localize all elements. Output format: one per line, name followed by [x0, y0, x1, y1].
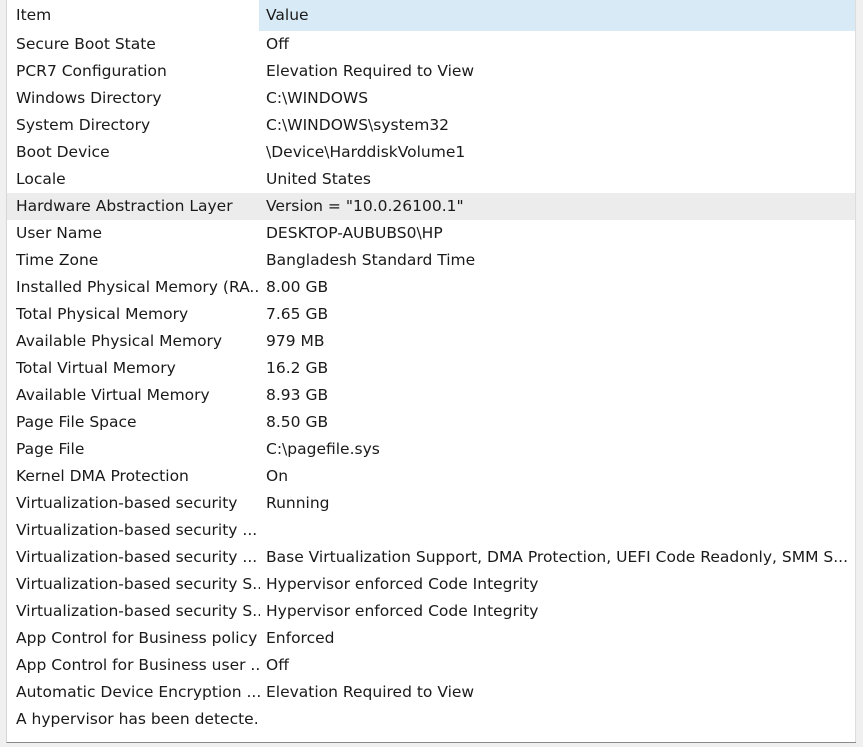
- list-row[interactable]: A hypervisor has been detecte...: [7, 706, 856, 733]
- list-row[interactable]: Virtualization-based security Running: [7, 490, 856, 517]
- list-row[interactable]: Available Virtual Memory 8.93 GB: [7, 382, 856, 409]
- row-item-label: Locale: [16, 170, 66, 188]
- row-value: 7.65 GB: [266, 305, 329, 323]
- list-row[interactable]: Page File Space 8.50 GB: [7, 409, 856, 436]
- list-row[interactable]: PCR7 Configuration Elevation Required to …: [7, 58, 856, 85]
- list-row[interactable]: Hardware Abstraction Layer Version = "10.…: [7, 193, 856, 220]
- list-row[interactable]: Installed Physical Memory (RA... 8.00 GB: [7, 274, 856, 301]
- row-value: Base Virtualization Support, DMA Protect…: [266, 548, 848, 566]
- list-row[interactable]: App Control for Business user ... Off: [7, 652, 856, 679]
- list-row[interactable]: Boot Device \Device\HarddiskVolume1: [7, 139, 856, 166]
- row-value: [266, 517, 856, 544]
- row-value: United States: [266, 170, 371, 188]
- row-value: Version = "10.0.26100.1": [266, 197, 464, 215]
- row-value: 8.50 GB: [266, 413, 329, 431]
- list-row[interactable]: Available Physical Memory 979 MB: [7, 328, 856, 355]
- row-value: Off: [266, 656, 289, 674]
- row-item-label: Available Virtual Memory: [16, 386, 210, 404]
- list-row[interactable]: Time Zone Bangladesh Standard Time: [7, 247, 856, 274]
- list-border: [855, 0, 856, 742]
- row-item-label: A hypervisor has been detecte...: [16, 710, 260, 728]
- row-value: 8.00 GB: [266, 278, 329, 296]
- list-row[interactable]: Windows Directory C:\WINDOWS: [7, 85, 856, 112]
- list-row[interactable]: Kernel DMA Protection On: [7, 463, 856, 490]
- row-item-label: Virtualization-based security ...: [16, 521, 258, 539]
- row-item-label: Installed Physical Memory (RA...: [16, 278, 260, 296]
- row-item-label: Available Physical Memory: [16, 332, 223, 350]
- list-row[interactable]: System Directory C:\WINDOWS\system32: [7, 112, 856, 139]
- row-item-label: Automatic Device Encryption ...: [16, 683, 260, 701]
- row-item-label: Page File Space: [16, 413, 137, 431]
- row-value: On: [266, 467, 289, 485]
- system-summary-list[interactable]: Item Value Secure Boot State Off PCR7 Conf…: [6, 0, 856, 743]
- list-row[interactable]: Virtualization-based security ...: [7, 517, 856, 544]
- system-summary-panel: Item Value Secure Boot State Off PCR7 Conf…: [0, 0, 863, 747]
- row-item-label: User Name: [16, 224, 102, 242]
- row-item-label: Virtualization-based security S...: [16, 602, 260, 620]
- row-value: Hypervisor enforced Code Integrity: [266, 575, 539, 593]
- row-item-label: App Control for Business policy: [16, 629, 258, 647]
- row-value: DESKTOP-AUBUBS0\HP: [266, 224, 443, 242]
- row-value: 979 MB: [266, 332, 325, 350]
- row-item-label: Hardware Abstraction Layer: [16, 197, 233, 215]
- column-header-item[interactable]: Item: [16, 0, 260, 31]
- list-row[interactable]: Virtualization-based security S... Hyperv…: [7, 571, 856, 598]
- row-value: Running: [266, 494, 330, 512]
- row-item-label: System Directory: [16, 116, 151, 134]
- row-item-label: Time Zone: [16, 251, 99, 269]
- row-value: Elevation Required to View: [266, 683, 475, 701]
- list-row[interactable]: Secure Boot State Off: [7, 31, 856, 58]
- row-value: Off: [266, 35, 289, 53]
- list-row[interactable]: Automatic Device Encryption ... Elevation…: [7, 679, 856, 706]
- column-header-value[interactable]: Value: [259, 0, 856, 31]
- row-value: \Device\HarddiskVolume1: [266, 143, 466, 161]
- row-item-label: Secure Boot State: [16, 35, 156, 53]
- list-row[interactable]: Total Physical Memory 7.65 GB: [7, 301, 856, 328]
- row-item-label: Virtualization-based security S...: [16, 575, 260, 593]
- list-row[interactable]: Page File C:\pagefile.sys: [7, 436, 856, 463]
- row-item-label: Virtualization-based security ...: [16, 548, 258, 566]
- row-value: C:\WINDOWS\system32: [266, 116, 450, 134]
- row-value: [266, 706, 856, 733]
- row-item-label: Total Virtual Memory: [16, 359, 176, 377]
- row-item-label: Boot Device: [16, 143, 110, 161]
- list-rows: Secure Boot State Off PCR7 Configuration El…: [7, 31, 856, 733]
- row-value: Enforced: [266, 629, 335, 647]
- row-value: Elevation Required to View: [266, 62, 475, 80]
- row-item-label: Page File: [16, 440, 85, 458]
- list-row[interactable]: Total Virtual Memory 16.2 GB: [7, 355, 856, 382]
- row-item-label: PCR7 Configuration: [16, 62, 167, 80]
- row-item-label: Total Physical Memory: [16, 305, 189, 323]
- row-value: 16.2 GB: [266, 359, 329, 377]
- row-item-label: Windows Directory: [16, 89, 162, 107]
- row-item-label: Virtualization-based security: [16, 494, 238, 512]
- list-row[interactable]: App Control for Business policy Enforced: [7, 625, 856, 652]
- row-value: C:\pagefile.sys: [266, 440, 380, 458]
- row-value: Hypervisor enforced Code Integrity: [266, 602, 539, 620]
- list-row[interactable]: Virtualization-based security ... Base Vi…: [7, 544, 856, 571]
- row-value: C:\WINDOWS: [266, 89, 369, 107]
- row-value: 8.93 GB: [266, 386, 329, 404]
- list-row[interactable]: Locale United States: [7, 166, 856, 193]
- row-item-label: Kernel DMA Protection: [16, 467, 189, 485]
- row-value: Bangladesh Standard Time: [266, 251, 476, 269]
- list-row[interactable]: User Name DESKTOP-AUBUBS0\HP: [7, 220, 856, 247]
- list-row[interactable]: Virtualization-based security S... Hyperv…: [7, 598, 856, 625]
- row-item-label: App Control for Business user ...: [16, 656, 260, 674]
- list-header: Item Value: [7, 0, 856, 31]
